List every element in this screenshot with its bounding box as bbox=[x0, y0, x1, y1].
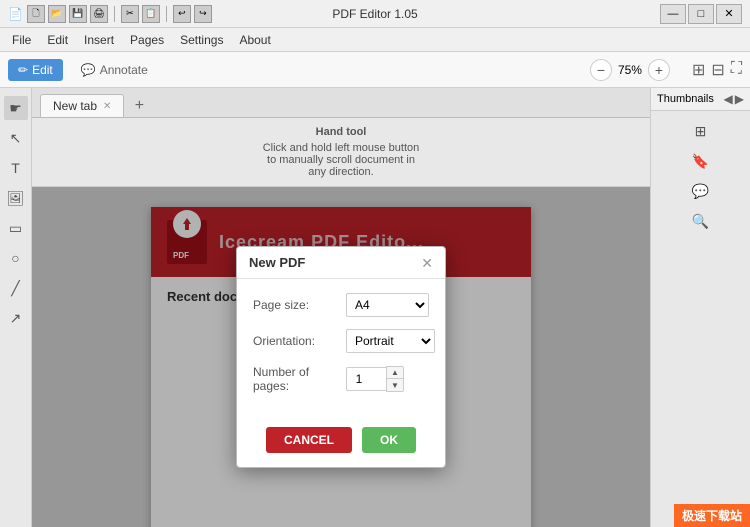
toolbar-cut[interactable]: ✂ bbox=[121, 5, 139, 23]
left-sidebar: ☛ ↖ T 🖼 ▭ ○ ╱ ↗ bbox=[0, 88, 32, 527]
menu-edit[interactable]: Edit bbox=[39, 31, 76, 49]
annotate-button[interactable]: 💬 Annotate bbox=[71, 59, 158, 81]
app-title: PDF Editor 1.05 bbox=[332, 7, 417, 21]
watermark: 极速下载站 bbox=[674, 504, 750, 527]
fullscreen-icon[interactable]: ⛶ bbox=[731, 60, 742, 80]
right-panel-title-bar: Thumbnails ◀ ▶ bbox=[651, 88, 750, 111]
tab-close-icon[interactable]: ✕ bbox=[103, 101, 111, 112]
modal-body: Page size: A4 A3 A5 Letter Legal Orienta… bbox=[237, 279, 445, 419]
arrow-icon[interactable]: ↗ bbox=[4, 306, 28, 330]
toolbar-sep1 bbox=[114, 6, 115, 22]
text-icon[interactable]: T bbox=[4, 156, 28, 180]
orientation-label: Orientation: bbox=[253, 334, 338, 348]
right-panel: Thumbnails ◀ ▶ ⊞ 🔖 💬 🔍 bbox=[650, 88, 750, 527]
tab-label: New tab bbox=[53, 99, 97, 113]
modal-header: New PDF ✕ bbox=[237, 247, 445, 279]
edit-label: Edit bbox=[32, 63, 53, 77]
menu-about[interactable]: About bbox=[231, 31, 278, 49]
num-pages-row: Number of pages: ▲ ▼ bbox=[253, 365, 429, 393]
shape-rect-icon[interactable]: ▭ bbox=[4, 216, 28, 240]
panel-arrow-left[interactable]: ◀ bbox=[724, 92, 733, 106]
fit-page-icon[interactable]: ⊟ bbox=[711, 60, 724, 80]
bookmarks-icon[interactable]: 🔖 bbox=[689, 149, 713, 173]
spin-down-button[interactable]: ▼ bbox=[387, 379, 403, 391]
page-size-label: Page size: bbox=[253, 298, 338, 312]
comments-icon[interactable]: 💬 bbox=[689, 179, 713, 203]
right-panel-icons: ⊞ 🔖 💬 🔍 bbox=[685, 111, 717, 241]
panel-arrow-right[interactable]: ▶ bbox=[735, 92, 744, 106]
menu-settings[interactable]: Settings bbox=[172, 31, 231, 49]
zoom-in-button[interactable]: + bbox=[648, 59, 670, 81]
line-icon[interactable]: ╱ bbox=[4, 276, 28, 300]
edit-pen-icon: ✏ bbox=[18, 63, 28, 77]
thumbnails-icon[interactable]: ⊞ bbox=[689, 119, 713, 143]
tool-description: Click and hold left mouse buttonto manua… bbox=[44, 142, 638, 178]
title-bar: 📄 🗋 📂 💾 🖨 ✂ 📋 ↩ ↪ PDF Editor 1.05 — □ ✕ bbox=[0, 0, 750, 28]
toolbar-new[interactable]: 🗋 bbox=[27, 5, 45, 23]
orientation-select[interactable]: Portrait Landscape bbox=[346, 329, 435, 353]
zoom-out-button[interactable]: − bbox=[590, 59, 612, 81]
modal-title: New PDF bbox=[249, 255, 305, 270]
image-icon[interactable]: 🖼 bbox=[4, 186, 28, 210]
annotate-icon: 💬 bbox=[81, 63, 96, 77]
menu-insert[interactable]: Insert bbox=[76, 31, 122, 49]
window-controls: — □ ✕ bbox=[660, 4, 742, 24]
panel-arrows: ◀ ▶ bbox=[724, 92, 744, 106]
hand-tool-icon[interactable]: ☛ bbox=[4, 96, 28, 120]
menu-file[interactable]: File bbox=[4, 31, 39, 49]
maximize-button[interactable]: □ bbox=[688, 4, 714, 24]
toolbar-open[interactable]: 📂 bbox=[48, 5, 66, 23]
select-icon[interactable]: ↖ bbox=[4, 126, 28, 150]
shape-circle-icon[interactable]: ○ bbox=[4, 246, 28, 270]
title-bar-left: 📄 🗋 📂 💾 🖨 ✂ 📋 ↩ ↪ bbox=[8, 5, 212, 23]
num-pages-control: ▲ ▼ bbox=[346, 366, 404, 392]
toolbar-sep2 bbox=[166, 6, 167, 22]
spin-up-button[interactable]: ▲ bbox=[387, 367, 403, 379]
zoom-control: − 75% + ⊞ ⊟ ⛶ bbox=[590, 59, 742, 81]
toolbar-copy[interactable]: 📋 bbox=[142, 5, 160, 23]
toolbar-print[interactable]: 🖨 bbox=[90, 5, 108, 23]
page-size-row: Page size: A4 A3 A5 Letter Legal bbox=[253, 293, 429, 317]
center-content: New tab ✕ + Hand tool Click and hold lef… bbox=[32, 88, 650, 527]
close-button[interactable]: ✕ bbox=[716, 4, 742, 24]
annotate-label: Annotate bbox=[100, 63, 148, 77]
minimize-button[interactable]: — bbox=[660, 4, 686, 24]
tab-add-button[interactable]: + bbox=[128, 95, 150, 117]
spin-buttons: ▲ ▼ bbox=[386, 366, 404, 392]
cancel-button[interactable]: CANCEL bbox=[266, 427, 352, 453]
tool-title: Hand tool bbox=[44, 126, 638, 138]
tool-info: Hand tool Click and hold left mouse butt… bbox=[32, 118, 650, 187]
page-size-select[interactable]: A4 A3 A5 Letter Legal bbox=[346, 293, 429, 317]
toolbar-undo[interactable]: ↩ bbox=[173, 5, 191, 23]
app-icon: 📄 bbox=[8, 7, 23, 21]
toolbar-icons: 🗋 📂 💾 🖨 ✂ 📋 ↩ ↪ bbox=[27, 5, 212, 23]
main-layout: ☛ ↖ T 🖼 ▭ ○ ╱ ↗ New tab ✕ + Hand tool Cl… bbox=[0, 88, 750, 527]
toolbar-redo[interactable]: ↪ bbox=[194, 5, 212, 23]
modal-footer: CANCEL OK bbox=[237, 419, 445, 467]
pdf-area: PDF Icecream PDF Edito... Recent docume.… bbox=[32, 187, 650, 527]
view-icons: ⊞ ⊟ ⛶ bbox=[692, 60, 742, 80]
new-pdf-modal: New PDF ✕ Page size: A4 A3 A5 Letter Leg… bbox=[236, 246, 446, 468]
orientation-row: Orientation: Portrait Landscape bbox=[253, 329, 429, 353]
fit-width-icon[interactable]: ⊞ bbox=[692, 60, 705, 80]
num-pages-label: Number of pages: bbox=[253, 365, 338, 393]
menu-bar: File Edit Insert Pages Settings About bbox=[0, 28, 750, 52]
edit-button[interactable]: ✏ Edit bbox=[8, 59, 63, 81]
search-panel-icon[interactable]: 🔍 bbox=[689, 209, 713, 233]
menu-pages[interactable]: Pages bbox=[122, 31, 172, 49]
tab-new[interactable]: New tab ✕ bbox=[40, 94, 124, 117]
modal-close-button[interactable]: ✕ bbox=[421, 256, 433, 270]
thumbnails-label: Thumbnails bbox=[657, 93, 714, 105]
num-pages-input[interactable] bbox=[346, 367, 386, 391]
tab-bar: New tab ✕ + bbox=[32, 88, 650, 118]
toolbar-save[interactable]: 💾 bbox=[69, 5, 87, 23]
edit-toolbar: ✏ Edit 💬 Annotate − 75% + ⊞ ⊟ ⛶ bbox=[0, 52, 750, 88]
zoom-value: 75% bbox=[618, 63, 642, 77]
ok-button[interactable]: OK bbox=[362, 427, 416, 453]
